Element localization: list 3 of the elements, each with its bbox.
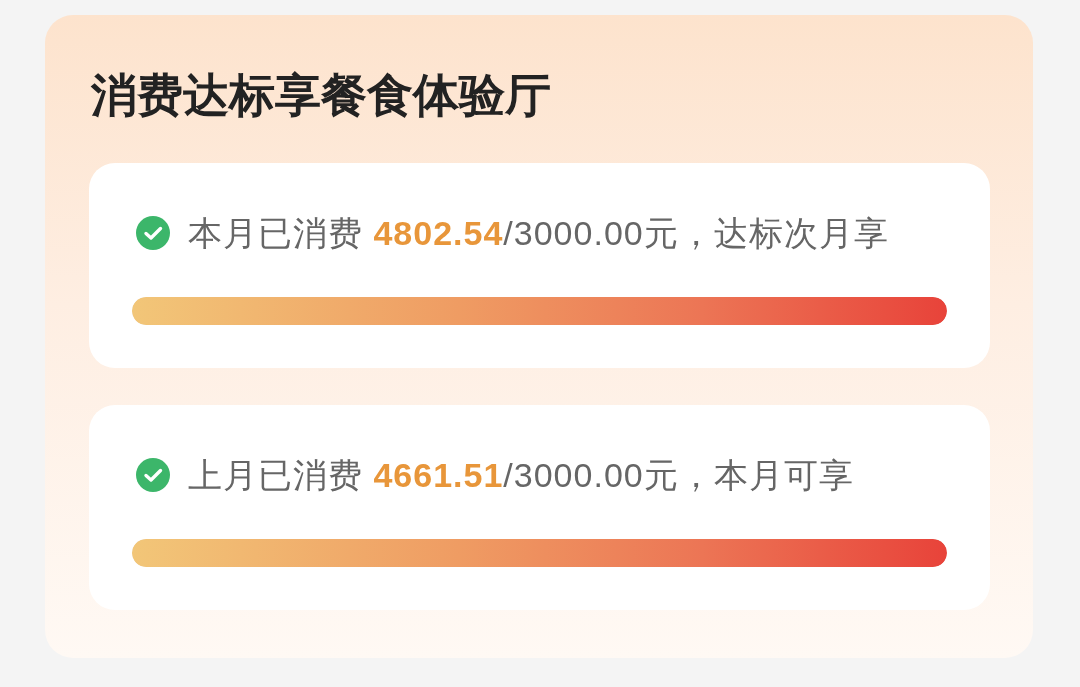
card-title: 消费达标享餐食体验厅	[91, 69, 551, 122]
spending-text: 本月已消费 4802.54/3000.00元，达标次月享	[188, 213, 889, 253]
spending-text: 上月已消费 4661.51/3000.00元，本月可享	[188, 455, 854, 495]
